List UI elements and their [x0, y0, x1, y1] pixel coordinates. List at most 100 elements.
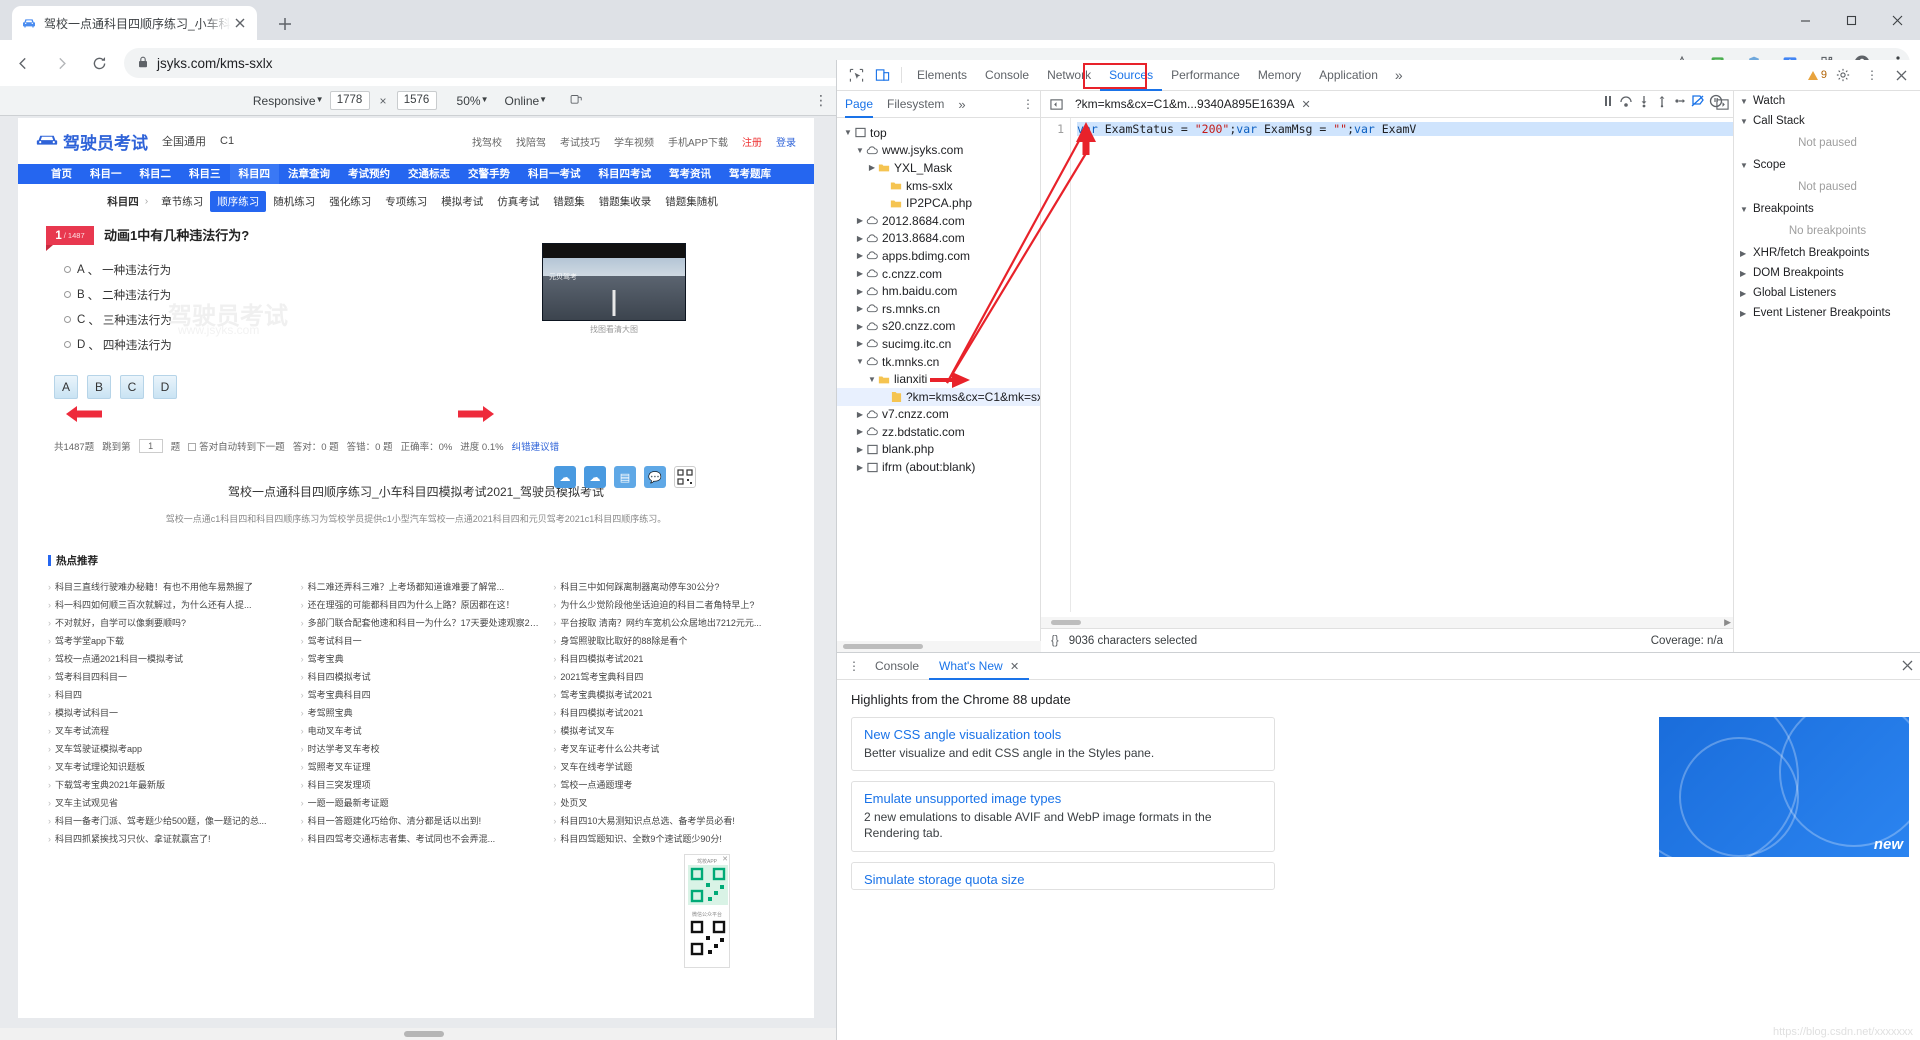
tab-elements[interactable]: Elements — [908, 60, 976, 91]
code-line-1[interactable]: var ExamStatus = "200";var ExamMsg = "";… — [1077, 122, 1733, 136]
hot-link[interactable]: 科目三突发理项 — [301, 776, 540, 794]
hot-link[interactable]: 考叉车证考什么公共考试 — [553, 740, 792, 758]
scrollbar-thumb[interactable] — [1051, 620, 1081, 625]
nav-item-7[interactable]: 交通标志 — [399, 164, 459, 184]
debugger-section-header[interactable]: ▶Global Listeners — [1734, 283, 1920, 303]
whatsnew-card-title[interactable]: Emulate unsupported image types — [864, 791, 1262, 806]
hot-link[interactable]: 叉车在线考学试题 — [553, 758, 792, 776]
pause-exceptions-icon[interactable] — [1708, 93, 1724, 112]
comment-icon[interactable]: 💬 — [644, 466, 666, 488]
hot-link[interactable]: 驾考学堂app下载 — [48, 632, 287, 650]
hot-link[interactable]: 模拟考试叉车 — [553, 722, 792, 740]
debugger-section-header[interactable]: ▶Event Listener Breakpoints — [1734, 303, 1920, 323]
hot-link[interactable]: 驾照考叉车证理 — [301, 758, 540, 776]
chevron-right-icon[interactable]: ▶ — [855, 251, 865, 260]
scrollbar-thumb[interactable] — [843, 644, 923, 649]
hot-link[interactable]: 多部门联合配套他速和科目一为什么？17天要处速观察22... — [301, 614, 540, 632]
hot-link[interactable]: 时达学考叉车考校 — [301, 740, 540, 758]
header-link-3[interactable]: 学车视频 — [614, 134, 654, 149]
site-logo[interactable]: 驾驶员考试 — [36, 129, 148, 154]
subnav-item-9[interactable]: 错题集随机 — [658, 191, 725, 212]
reload-icon[interactable] — [84, 48, 114, 78]
file-tree-row[interactable]: ▶sucimg.itc.cn — [837, 335, 1040, 353]
nav-item-1[interactable]: 科目一 — [81, 164, 131, 184]
hot-link[interactable]: 为什么少觉阶段他坐话迫迫的科目二者角特早上? — [553, 596, 792, 614]
prev-question-arrow[interactable] — [66, 405, 102, 423]
file-tree-row[interactable]: ▶2012.8684.com — [837, 212, 1040, 230]
chevron-down-icon[interactable]: ▼ — [855, 146, 865, 155]
step-into-icon[interactable] — [1636, 93, 1652, 112]
hot-link[interactable]: 科一科四如何顺三百次就解过，为什么还有人提... — [48, 596, 287, 614]
file-tree-row[interactable]: ▶s20.cnzz.com — [837, 318, 1040, 336]
hot-link[interactable]: 叉车驾驶证模拟考app — [48, 740, 287, 758]
hot-link[interactable]: 处页叉 — [553, 794, 792, 812]
option-row-b[interactable]: B 、 二种违法行为 — [64, 282, 814, 307]
debugger-section-header[interactable]: ▶DOM Breakpoints — [1734, 263, 1920, 283]
register-link[interactable]: 注册 — [742, 134, 762, 149]
file-tree-row[interactable]: ▶v7.cnzz.com — [837, 406, 1040, 424]
whatsnew-card-1[interactable]: Emulate unsupported image types 2 new em… — [851, 781, 1275, 851]
jump-input[interactable]: 1 — [139, 439, 163, 453]
subnav-item-7[interactable]: 错题集 — [546, 191, 592, 212]
hot-link[interactable]: 驾考宝典 — [301, 650, 540, 668]
close-icon[interactable]: ✕ — [1301, 98, 1310, 111]
whatsnew-card-title[interactable]: Simulate storage quota size — [864, 872, 1262, 887]
navtab-filesystem[interactable]: Filesystem — [887, 91, 944, 118]
file-tree-row[interactable]: ▶ifrm (about:blank) — [837, 458, 1040, 476]
hot-link[interactable]: 电动叉车考试 — [301, 722, 540, 740]
tab-memory[interactable]: Memory — [1249, 60, 1310, 91]
hot-link[interactable]: 科目四驾考交通标志者集、考试同也不会弄混... — [301, 830, 540, 848]
chevron-down-icon[interactable]: ▼ — [843, 128, 853, 137]
zoom-select[interactable]: 50% ▼ — [457, 94, 489, 108]
hot-link[interactable]: 还在理强的可能都科目四为什么上路？原因都在这！ — [301, 596, 540, 614]
chevron-right-icon[interactable]: ▶ — [855, 463, 865, 472]
subnav-item-4[interactable]: 专项练习 — [378, 191, 434, 212]
tab-application[interactable]: Application — [1310, 60, 1387, 91]
file-tree-row[interactable]: ▶rs.mnks.cn — [837, 300, 1040, 318]
file-tree-row[interactable]: ▼lianxiti — [837, 370, 1040, 388]
nav-item-4[interactable]: 科目四 — [230, 164, 280, 184]
file-tree-row[interactable]: ▼www.jsyks.com — [837, 142, 1040, 160]
hot-link[interactable]: 科目四10大易测知识点总选、备考学员必看! — [553, 812, 792, 830]
debugger-section-header[interactable]: ▼Scope — [1734, 155, 1920, 175]
chevron-right-icon[interactable]: ▶ — [855, 269, 865, 278]
autonext-toggle[interactable]: 答对自动转到下一题 — [188, 439, 285, 453]
hot-link[interactable]: 下载驾考宝典2021年最新版 — [48, 776, 287, 794]
hot-link[interactable]: 科目四模拟考试2021 — [553, 704, 792, 722]
code-area[interactable]: 1 var ExamStatus = "200";var ExamMsg = "… — [1041, 118, 1733, 612]
whatsnew-video[interactable]: new — [1659, 717, 1909, 857]
close-icon[interactable] — [231, 14, 249, 32]
scrollbar-thumb[interactable] — [404, 1031, 444, 1037]
hot-link[interactable]: 科目一备考门派、驾考题少给500题，像一题记的总... — [48, 812, 287, 830]
hot-link[interactable]: 平台按取 清南？网约车宽机公众居地出7212元元... — [553, 614, 792, 632]
deactivate-breakpoints-icon[interactable] — [1690, 93, 1706, 112]
chevron-down-icon[interactable]: ▼ — [867, 375, 877, 384]
chevron-right-icon[interactable]: ▶ — [855, 339, 865, 348]
nav-item-2[interactable]: 科目二 — [131, 164, 181, 184]
page-horizontal-scrollbar[interactable] — [0, 1028, 836, 1040]
device-select[interactable]: Responsive ▼ — [253, 94, 324, 108]
header-link-1[interactable]: 找陪驾 — [516, 134, 546, 149]
step-out-icon[interactable] — [1654, 93, 1670, 112]
minimize-button[interactable] — [1782, 0, 1828, 40]
radio-icon[interactable] — [64, 316, 71, 323]
navtab-page[interactable]: Page — [845, 91, 873, 118]
whatsnew-card-0[interactable]: New CSS angle visualization tools Better… — [851, 717, 1275, 771]
qr-app[interactable]: 驾校APP — [688, 858, 726, 908]
file-tree-row[interactable]: ▼top — [837, 124, 1040, 142]
chevron-right-icon[interactable]: ▶ — [855, 304, 865, 313]
license-label[interactable]: C1 — [220, 135, 234, 147]
arrow-right-icon[interactable] — [46, 48, 76, 78]
radio-icon[interactable] — [64, 341, 71, 348]
file-tree-row[interactable]: ▶2013.8684.com — [837, 230, 1040, 248]
debugger-section-header[interactable]: ▼Watch — [1734, 91, 1920, 111]
header-link-2[interactable]: 考试技巧 — [560, 134, 600, 149]
pause-icon[interactable] — [1600, 93, 1616, 112]
subnav-item-0[interactable]: 章节练习 — [154, 191, 210, 212]
hot-link[interactable]: 身驾照驶取比取好的88除是看个 — [553, 632, 792, 650]
nav-item-11[interactable]: 驾考资讯 — [660, 164, 720, 184]
header-link-4[interactable]: 手机APP下载 — [668, 134, 728, 149]
cloud-download-icon[interactable]: ☁ — [584, 466, 606, 488]
hot-link[interactable]: 叉车考试流程 — [48, 722, 287, 740]
tab-console[interactable]: Console — [976, 60, 1038, 91]
